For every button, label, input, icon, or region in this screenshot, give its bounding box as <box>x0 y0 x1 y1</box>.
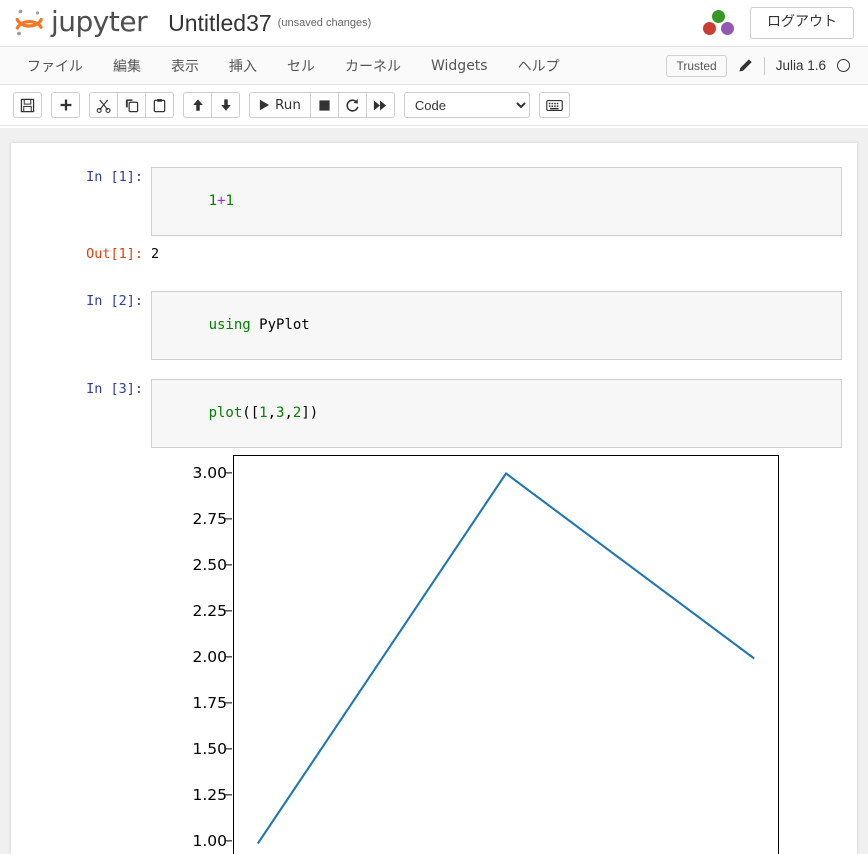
move-group <box>183 92 240 118</box>
menu-divider <box>763 56 765 75</box>
cut-cell-button[interactable] <box>89 92 118 118</box>
restart-and-run-all-button[interactable] <box>365 92 395 118</box>
copy-icon <box>125 98 139 112</box>
code-token: , <box>267 405 277 421</box>
code-token: ]) <box>301 405 319 421</box>
notebook-cell[interactable]: In [1]: 1+1 <box>11 143 857 241</box>
run-controls-group: Run <box>249 92 395 118</box>
y-tick-label: 1.00 <box>192 831 227 850</box>
floppy-disk-icon <box>20 98 35 112</box>
cell-prompt-in: In [1]: <box>86 169 143 185</box>
insert-cell-below-button[interactable] <box>51 92 80 118</box>
paste-icon <box>153 98 166 112</box>
output-value: 2 <box>151 246 160 262</box>
menu-item-edit[interactable]: 編集 <box>98 50 156 82</box>
kernel-idle-circle-icon[interactable] <box>837 59 850 72</box>
restart-circular-arrow-icon <box>346 98 359 112</box>
matplotlib-figure: 3.00 2.75 2.50 2.25 2.00 1.75 1.50 1.25 … <box>163 455 783 854</box>
interrupt-kernel-button[interactable] <box>309 92 339 118</box>
code-editor[interactable]: using PyPlot <box>151 291 842 360</box>
save-status-label: (unsaved changes) <box>277 17 372 29</box>
move-cell-down-button[interactable] <box>211 92 240 118</box>
notebook-output: Out[1]: 2 <box>11 241 857 269</box>
arrow-up-icon <box>192 99 203 111</box>
code-token: 1 <box>225 193 234 209</box>
y-tick-label: 1.25 <box>192 785 227 804</box>
keyboard-group <box>538 92 570 118</box>
code-token: plot <box>208 405 243 421</box>
menu-item-kernel[interactable]: カーネル <box>330 50 416 82</box>
jupyter-wordmark: jupyter <box>51 4 148 38</box>
stop-square-icon <box>319 99 330 111</box>
y-tick-label: 1.50 <box>192 739 227 758</box>
insert-group <box>51 92 80 118</box>
kernel-name-label[interactable]: Julia 1.6 <box>776 58 826 73</box>
plus-icon <box>60 99 71 111</box>
menu-item-insert[interactable]: 挿入 <box>214 50 272 82</box>
jupyter-logo-icon <box>14 7 44 39</box>
fast-forward-icon <box>374 100 387 110</box>
open-command-palette-button[interactable] <box>538 92 570 118</box>
y-tick-label: 1.75 <box>192 693 227 712</box>
code-token: 1 <box>259 405 268 421</box>
restart-kernel-button[interactable] <box>337 92 367 118</box>
plot-line-series <box>256 471 755 845</box>
code-token: using <box>208 317 251 333</box>
notebook-cell[interactable]: In [3]: plot([1,3,2]) <box>11 365 857 453</box>
keyboard-icon <box>546 99 563 111</box>
notebook-cell[interactable]: In [2]: using PyPlot <box>11 269 857 365</box>
save-group <box>13 92 42 118</box>
edit-group <box>89 92 174 118</box>
paste-cell-button[interactable] <box>145 92 174 118</box>
cell-prompt-out: Out[1]: <box>86 246 143 262</box>
header-right-group: ログアウト <box>702 7 854 39</box>
code-token: ([ <box>242 405 260 421</box>
copy-cell-button[interactable] <box>117 92 146 118</box>
scissors-icon <box>96 99 111 113</box>
code-token: , <box>284 405 293 421</box>
play-triangle-icon <box>259 99 270 111</box>
menu-item-file[interactable]: ファイル <box>12 50 98 82</box>
logout-button[interactable]: ログアウト <box>750 7 854 39</box>
code-editor[interactable]: plot([1,3,2]) <box>151 379 842 448</box>
menu-item-help[interactable]: ヘルプ <box>503 50 575 82</box>
code-token: PyPlot <box>250 317 310 333</box>
menu-item-widgets[interactable]: Widgets <box>416 52 503 80</box>
y-tick-label: 3.00 <box>192 464 227 482</box>
trusted-badge[interactable]: Trusted <box>666 54 727 77</box>
notebook-title[interactable]: Untitled37 <box>168 11 272 35</box>
move-cell-up-button[interactable] <box>183 92 212 118</box>
arrow-down-icon <box>220 99 231 111</box>
y-tick-label: 2.50 <box>192 555 227 574</box>
run-button-label: Run <box>275 97 301 113</box>
save-button[interactable] <box>13 92 42 118</box>
menu-bar-right-group: Trusted Julia 1.6 <box>666 54 856 77</box>
code-editor[interactable]: 1+1 <box>151 167 842 236</box>
menu-item-view[interactable]: 表示 <box>156 50 214 82</box>
app-header: jupyter Untitled37 (unsaved changes) ログア… <box>0 0 868 47</box>
jupyter-logo-link[interactable]: jupyter <box>14 4 148 39</box>
code-token: 1 <box>208 193 218 209</box>
plot-output: 3.00 2.75 2.50 2.25 2.00 1.75 1.50 1.25 … <box>11 453 857 854</box>
cell-prompt-in: In [3]: <box>86 381 143 397</box>
cell-type-select[interactable]: Code Markdown Raw NBConvert Heading <box>403 92 530 118</box>
julia-logo-icon <box>702 9 736 37</box>
menu-item-cell[interactable]: セル <box>272 50 330 82</box>
notebook-toolbar: Run Code Markdown Raw NBConvert Heading <box>0 85 868 126</box>
y-tick-label: 2.25 <box>192 601 227 620</box>
cell-prompt-in: In [2]: <box>86 293 143 309</box>
y-tick-label: 2.75 <box>192 509 227 528</box>
pencil-icon[interactable] <box>738 58 753 73</box>
y-tick-label: 2.00 <box>192 647 227 666</box>
menu-bar: ファイル 編集 表示 挿入 セル カーネル Widgets ヘルプ Truste… <box>0 47 868 85</box>
run-cell-button[interactable]: Run <box>249 92 311 118</box>
notebook-container: In [1]: 1+1 Out[1]: 2 In [2]: using PyPl… <box>11 143 857 854</box>
